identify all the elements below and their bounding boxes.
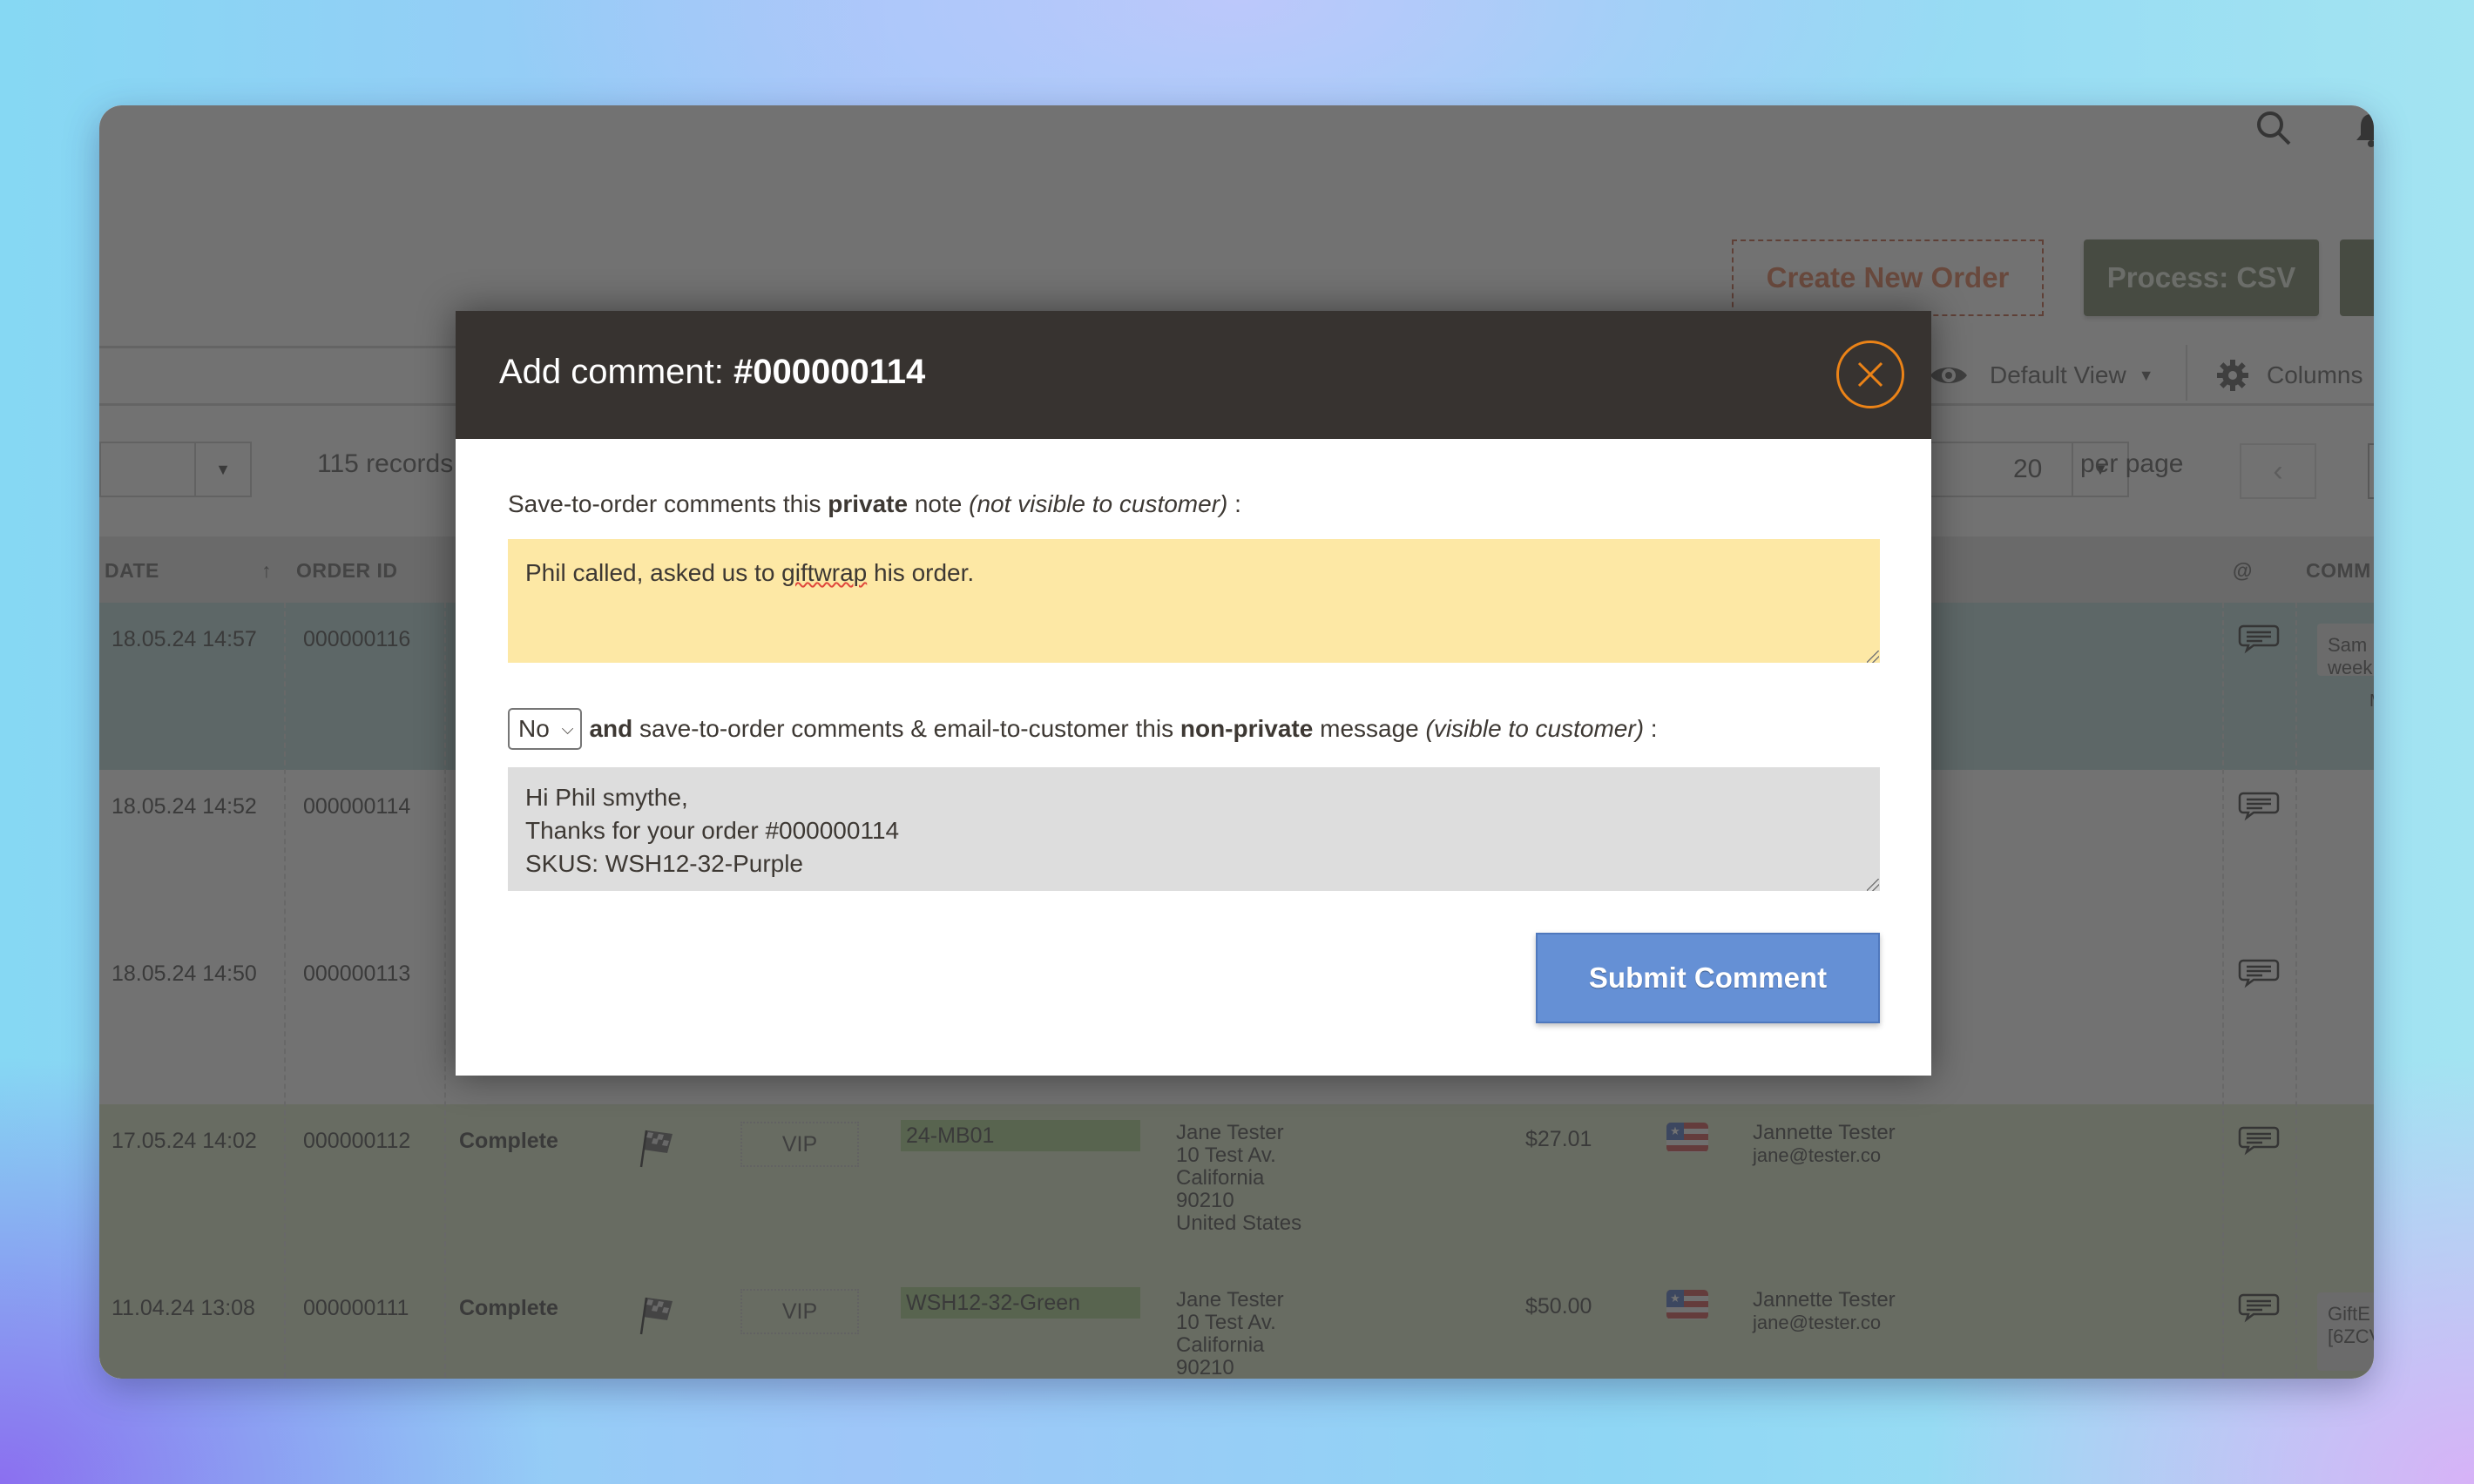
close-icon (1857, 361, 1883, 388)
label-text: note (908, 490, 970, 517)
resize-handle-icon[interactable] (1867, 651, 1879, 663)
private-note-label: Save-to-order comments this private note… (508, 490, 1241, 518)
label-bold: private (828, 490, 909, 517)
close-modal-button[interactable] (1836, 341, 1904, 408)
send-email-select[interactable]: No ⌵ (508, 708, 583, 750)
modal-header: Add comment: #000000114 (456, 311, 1931, 439)
label-text: : (1644, 715, 1658, 742)
label-bold: and (589, 715, 633, 742)
chevron-down-icon: ⌵ (561, 719, 574, 738)
add-comment-modal: Add comment: #000000114 Save-to-order co… (456, 311, 1931, 1076)
public-message-label: No ⌵ and save-to-order comments & email-… (508, 708, 1658, 750)
modal-title-order: #000000114 (733, 353, 926, 391)
send-email-select-value: No (518, 715, 550, 742)
browser-window: Create New Order Process: CSV Default Vi… (99, 105, 2374, 1379)
label-text: save-to-order comments & email-to-custom… (632, 715, 1180, 742)
label-italic: (visible to customer) (1425, 715, 1645, 742)
label-text: Save-to-order comments this (508, 490, 828, 517)
label-text: message (1313, 715, 1426, 742)
label-text: : (1227, 490, 1241, 517)
label-italic: (not visible to customer) (969, 490, 1228, 517)
modal-title: Add comment: #000000114 (499, 353, 925, 392)
private-note-textarea[interactable] (508, 539, 1880, 663)
submit-comment-button[interactable]: Submit Comment (1536, 933, 1880, 1023)
public-message-textarea[interactable] (508, 767, 1880, 891)
resize-handle-icon[interactable] (1867, 879, 1879, 891)
label-bold: non-private (1180, 715, 1314, 742)
modal-title-prefix: Add comment: (499, 353, 734, 391)
